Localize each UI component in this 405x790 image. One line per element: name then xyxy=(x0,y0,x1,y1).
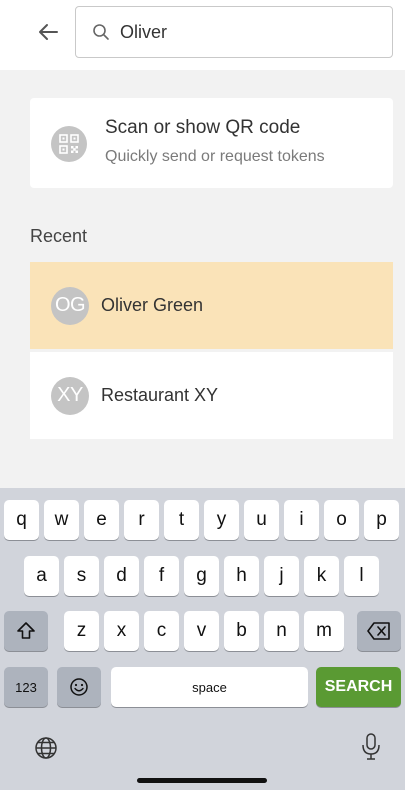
search-header xyxy=(0,0,405,70)
contact-name: Oliver Green xyxy=(101,295,204,315)
search-key[interactable]: SEARCH xyxy=(316,667,401,707)
key-v[interactable]: v xyxy=(184,611,219,651)
shift-key[interactable] xyxy=(4,611,48,651)
key-d[interactable]: d xyxy=(104,556,139,596)
avatar: OG xyxy=(51,286,89,325)
key-m[interactable]: m xyxy=(304,611,344,651)
key-j[interactable]: j xyxy=(264,556,299,596)
space-key[interactable]: space xyxy=(111,667,308,707)
contact-name: Restaurant XY xyxy=(101,385,219,405)
avatar: XY xyxy=(51,376,89,415)
search-input[interactable] xyxy=(120,17,380,47)
key-o[interactable]: o xyxy=(324,500,359,540)
key-b[interactable]: b xyxy=(224,611,259,651)
key-p[interactable]: p xyxy=(364,500,399,540)
search-icon xyxy=(92,23,110,41)
key-u[interactable]: u xyxy=(244,500,279,540)
emoji-icon xyxy=(70,678,88,696)
microphone-icon xyxy=(362,733,380,760)
back-button[interactable] xyxy=(30,14,66,50)
globe-icon xyxy=(35,737,57,759)
recent-heading: Recent xyxy=(30,226,88,246)
arrow-left-icon xyxy=(39,24,58,40)
key-q[interactable]: q xyxy=(4,500,39,540)
key-e[interactable]: e xyxy=(84,500,119,540)
backspace-icon xyxy=(367,622,390,640)
keyboard: q w e r t y u i o p a s d f g h j k l z … xyxy=(0,488,405,790)
key-t[interactable]: t xyxy=(164,500,199,540)
qr-card-title: Scan or show QR code xyxy=(105,117,301,138)
microphone-key[interactable] xyxy=(357,733,385,761)
contact-row-restaurant-xy[interactable]: XY Restaurant XY xyxy=(30,352,393,439)
search-box[interactable] xyxy=(75,6,393,58)
key-h[interactable]: h xyxy=(224,556,259,596)
key-k[interactable]: k xyxy=(304,556,339,596)
numbers-key[interactable]: 123 xyxy=(4,667,48,707)
key-x[interactable]: x xyxy=(104,611,139,651)
key-z[interactable]: z xyxy=(64,611,99,651)
key-n[interactable]: n xyxy=(264,611,299,651)
emoji-key[interactable] xyxy=(57,667,101,707)
key-r[interactable]: r xyxy=(124,500,159,540)
delete-key[interactable] xyxy=(357,611,401,651)
key-w[interactable]: w xyxy=(44,500,79,540)
key-a[interactable]: a xyxy=(24,556,59,596)
key-s[interactable]: s xyxy=(64,556,99,596)
qr-card-subtitle: Quickly send or request tokens xyxy=(105,148,325,165)
key-y[interactable]: y xyxy=(204,500,239,540)
home-indicator xyxy=(137,778,267,783)
key-c[interactable]: c xyxy=(144,611,179,651)
qr-code-icon xyxy=(59,134,79,154)
app-screen: Scan or show QR code Quickly send or req… xyxy=(0,0,405,790)
key-f[interactable]: f xyxy=(144,556,179,596)
qr-code-card[interactable]: Scan or show QR code Quickly send or req… xyxy=(30,98,393,188)
shift-icon xyxy=(17,622,35,639)
key-l[interactable]: l xyxy=(344,556,379,596)
search-results: Scan or show QR code Quickly send or req… xyxy=(0,70,405,488)
qr-badge xyxy=(51,126,87,162)
key-g[interactable]: g xyxy=(184,556,219,596)
globe-key[interactable] xyxy=(32,734,60,762)
contact-row-oliver-green[interactable]: OG Oliver Green xyxy=(30,262,393,349)
key-i[interactable]: i xyxy=(284,500,319,540)
